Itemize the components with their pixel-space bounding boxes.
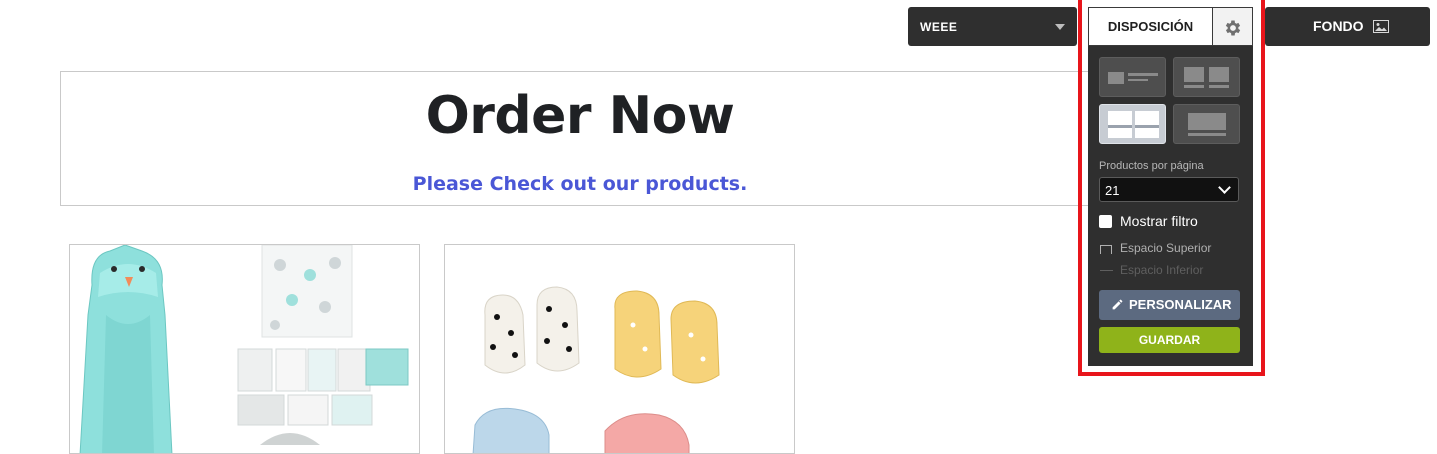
tab-disposicion-label: DISPOSICIÓN [1107, 19, 1194, 34]
top-spacing-toggle[interactable]: Espacio Superior [1099, 241, 1211, 255]
layout-option-single-column[interactable] [1173, 104, 1240, 144]
layout-option-list[interactable] [1099, 57, 1166, 97]
layout-tabs: DISPOSICIÓN [1088, 7, 1253, 46]
page-title: Order Now [425, 86, 735, 146]
products-per-page-value: 21 [1105, 183, 1120, 198]
pencil-icon [1112, 299, 1123, 310]
chevron-down-icon [1055, 24, 1065, 30]
product-card[interactable] [444, 244, 795, 454]
bottom-spacing-toggle[interactable]: Espacio Inferior [1099, 263, 1203, 277]
page-subtitle: Please Check out our products. [412, 173, 748, 195]
customize-button[interactable]: PERSONALIZAR [1099, 290, 1240, 320]
chevron-down-icon [1218, 181, 1231, 194]
save-button-label: GUARDAR [1138, 333, 1201, 347]
products-per-page-label: Productos por página [1099, 160, 1204, 172]
gear-icon [1225, 20, 1241, 36]
list-layout-icon [1108, 72, 1158, 84]
product-card[interactable] [69, 244, 420, 454]
settings-button[interactable] [1213, 7, 1253, 46]
product-image [472, 286, 720, 453]
theme-select-value: WEEE [920, 20, 958, 34]
two-column-icon [1108, 111, 1159, 138]
image-icon [1373, 20, 1389, 33]
tab-disposicion[interactable]: DISPOSICIÓN [1088, 7, 1213, 46]
customize-button-label: PERSONALIZAR [1129, 297, 1232, 312]
two-column-compact-icon [1184, 67, 1229, 88]
theme-select[interactable]: WEEE [908, 7, 1077, 46]
single-column-icon [1188, 113, 1226, 136]
save-button[interactable]: GUARDAR [1099, 327, 1240, 353]
layout-option-two-column[interactable] [1099, 104, 1166, 144]
product-image [79, 245, 409, 453]
show-filter-checkbox[interactable] [1099, 215, 1112, 228]
show-filter-label[interactable]: Mostrar filtro [1120, 213, 1198, 229]
background-button-label: FONDO [1313, 18, 1364, 34]
background-button[interactable]: FONDO [1265, 7, 1430, 46]
products-per-page-select[interactable]: 21 [1099, 177, 1239, 202]
layout-option-two-column-compact[interactable] [1173, 57, 1240, 97]
hero-section: Order Now Please Check out our products. [60, 71, 1100, 206]
